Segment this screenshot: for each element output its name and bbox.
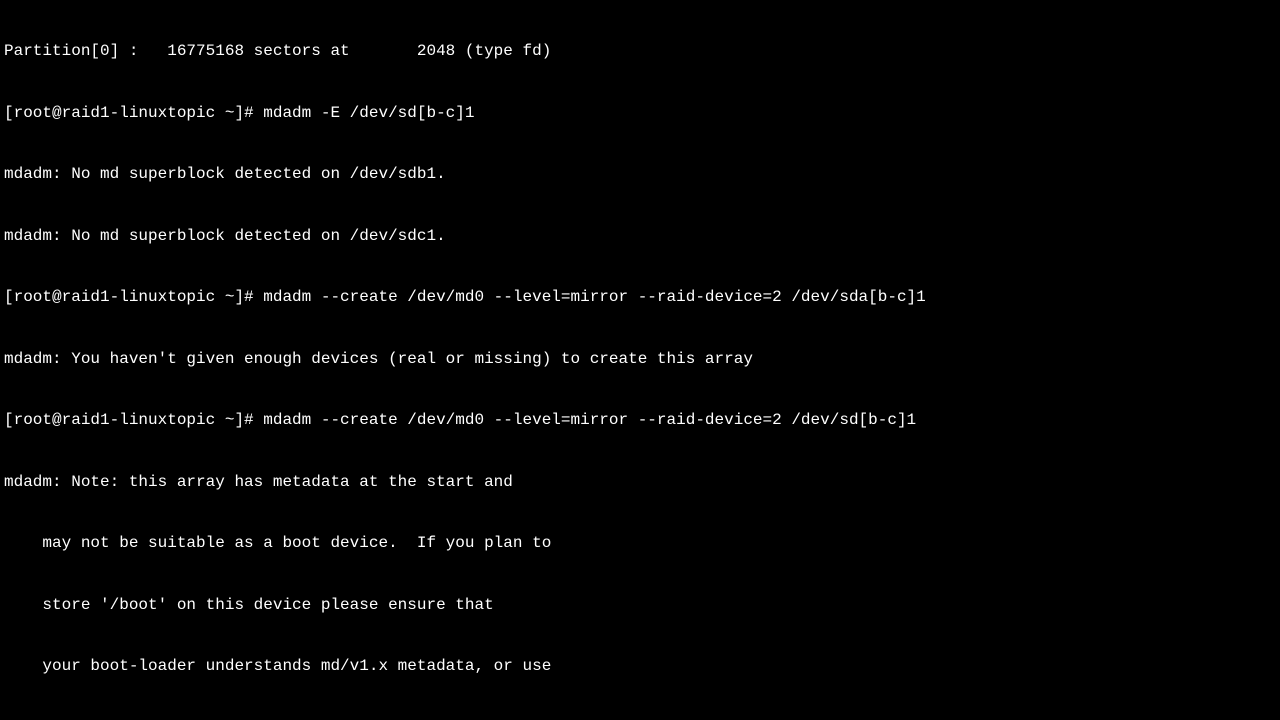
terminal-line: your boot-loader understands md/v1.x met…	[4, 656, 1276, 677]
terminal-line: mdadm: Note: this array has metadata at …	[4, 472, 1276, 493]
terminal-window[interactable]: Partition[0] : 16775168 sectors at 2048 …	[0, 0, 1280, 720]
terminal-line: mdadm: No md superblock detected on /dev…	[4, 226, 1276, 247]
terminal-line: store '/boot' on this device please ensu…	[4, 595, 1276, 616]
terminal-line: [root@raid1-linuxtopic ~]# mdadm --creat…	[4, 287, 1276, 308]
terminal-line: Partition[0] : 16775168 sectors at 2048 …	[4, 41, 1276, 62]
terminal-line: may not be suitable as a boot device. If…	[4, 533, 1276, 554]
terminal-line: mdadm: No md superblock detected on /dev…	[4, 164, 1276, 185]
terminal-line: mdadm: You haven't given enough devices …	[4, 349, 1276, 370]
terminal-line: [root@raid1-linuxtopic ~]# mdadm -E /dev…	[4, 103, 1276, 124]
terminal-line: [root@raid1-linuxtopic ~]# mdadm --creat…	[4, 410, 1276, 431]
